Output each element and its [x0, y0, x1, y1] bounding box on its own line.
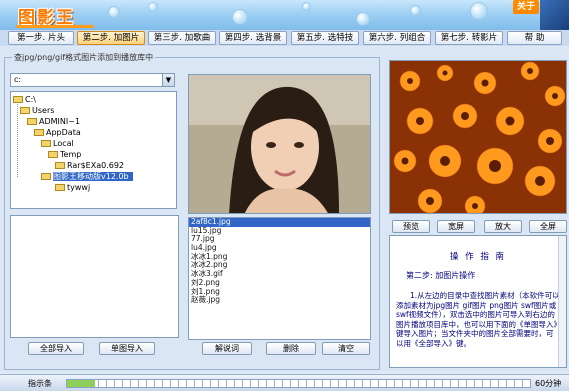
list-item[interactable]: lu15.jpg [189, 226, 370, 236]
timeline-ticks [67, 380, 530, 387]
duration-label: 60分钟 [535, 379, 562, 388]
folder-open-icon [34, 129, 44, 136]
tab-step-1[interactable]: 第一步. 片头 [8, 31, 74, 45]
widescreen-button[interactable]: 宽屏 [437, 220, 475, 233]
folder-open-icon [13, 96, 23, 103]
folder-open-icon [48, 151, 58, 158]
bubble-decoration [148, 2, 158, 12]
indicator-label: 指示条 [28, 379, 52, 388]
browser-legend: 查jpg/png/gif格式图片添加到播放库中 [12, 52, 156, 63]
tab-step-3[interactable]: 第三步. 加歌曲 [148, 31, 216, 45]
folder-open-icon [41, 173, 51, 180]
guide-scrollbar[interactable] [558, 236, 566, 367]
tab-help[interactable]: 帮 助 [507, 31, 562, 45]
folder-icon [55, 184, 65, 191]
import-all-button[interactable]: 全部导入 [28, 342, 84, 355]
tree-connector [17, 101, 18, 177]
tab-step-2[interactable]: 第二步. 加图片 [77, 31, 145, 45]
tree-item[interactable]: tywwj [55, 182, 90, 193]
delete-button[interactable]: 删除 [266, 342, 316, 355]
bubble-decoration [302, 2, 311, 11]
fullscreen-button[interactable]: 全屏 [529, 220, 567, 233]
narration-button[interactable]: 解说词 [202, 342, 252, 355]
about-badge[interactable]: 关于 [513, 0, 539, 14]
bubble-decoration [232, 9, 248, 25]
portrait-image [189, 75, 370, 213]
tab-step-5[interactable]: 第五步. 选特技 [291, 31, 359, 45]
selected-image-thumbnail [188, 74, 371, 214]
image-file-list[interactable]: 2af8c1.jpg lu15.jpg 77.jpg lu4.jpg 冰冰1.p… [188, 217, 371, 340]
tree-item[interactable]: ADMINI~1 [27, 116, 80, 127]
bubble-decoration [108, 6, 120, 18]
tree-item[interactable]: AppData [34, 127, 81, 138]
preview-image [389, 60, 567, 214]
operation-guide: 操 作 指 南 第二步: 加图片操作 1.从左边的目录中查找图片素材（本软件可以… [389, 235, 567, 368]
bubble-decoration [410, 5, 421, 16]
file-thumbnail-box[interactable] [10, 215, 179, 338]
folder-open-icon [20, 107, 30, 114]
tab-step-7[interactable]: 第七步. 转影片 [435, 31, 503, 45]
folder-tree[interactable]: C:\ Users ADMINI~1 AppData Local Temp Ra… [10, 91, 177, 209]
bubble-decoration [470, 2, 488, 20]
tree-item[interactable]: Users [20, 105, 54, 116]
guide-title: 操 作 指 南 [449, 252, 507, 262]
logo-underline [16, 25, 94, 28]
tab-step-4[interactable]: 第四步. 选背景 [219, 31, 287, 45]
tab-step-6[interactable]: 第六步. 列组合 [363, 31, 431, 45]
flowers-image [390, 61, 566, 213]
zoom-button[interactable]: 放大 [484, 220, 522, 233]
drive-select[interactable]: c: ▼ [10, 73, 175, 87]
timeline-indicator[interactable] [66, 379, 531, 388]
folder-open-icon [55, 162, 65, 169]
tree-item[interactable]: Rar$EXa0.692 [55, 160, 124, 171]
folder-open-icon [27, 118, 37, 125]
drive-value: c: [14, 75, 22, 84]
preview-button[interactable]: 预览 [392, 220, 430, 233]
title-bar: 图影王 关于 [0, 0, 569, 30]
step-tab-bar: 第一步. 片头 第二步. 加图片 第三步. 加歌曲 第四步. 选背景 第五步. … [0, 30, 569, 46]
list-item[interactable]: 赵薇.jpg [189, 295, 370, 305]
tree-item[interactable]: Temp [48, 149, 81, 160]
tree-item[interactable]: Local [41, 138, 74, 149]
import-single-button[interactable]: 单图导入 [99, 342, 155, 355]
bubble-decoration [356, 12, 370, 26]
chevron-down-icon[interactable]: ▼ [162, 74, 174, 86]
folder-open-icon [41, 140, 51, 147]
guide-step: 第二步: 加图片操作 [406, 271, 476, 280]
status-bar: 指示条 60分钟 [0, 374, 569, 391]
app-logo: 图影王 [18, 8, 75, 28]
guide-body: 1.从左边的目录中查找图片素材（本软件可以添加素材为jpg图片 gif图片 pn… [396, 291, 560, 348]
tree-item[interactable]: C:\ [13, 94, 36, 105]
clear-button[interactable]: 清空 [322, 342, 370, 355]
corner-decoration [540, 0, 569, 30]
tree-item-selected[interactable]: 图影王移动版v12.0b [41, 171, 176, 182]
